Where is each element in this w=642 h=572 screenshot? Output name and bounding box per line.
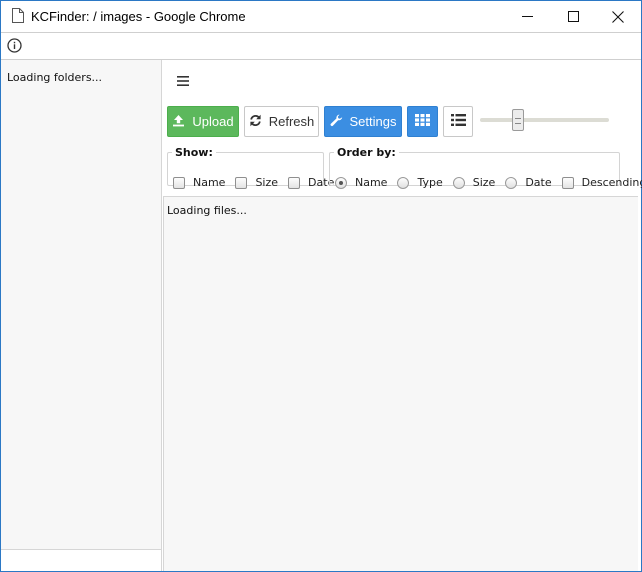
order-type-radio[interactable] xyxy=(397,176,410,189)
folders-loading-text: Loading folders... xyxy=(7,71,103,84)
thumbnail-size-slider-track[interactable] xyxy=(480,118,609,122)
minimize-icon xyxy=(521,11,533,22)
show-size-checkbox[interactable] xyxy=(235,176,248,189)
show-legend: Show: xyxy=(175,146,213,159)
show-name-checkbox[interactable] xyxy=(173,176,185,189)
order-by-options-row: Name Type Size Date Descending xyxy=(335,176,642,189)
list-view-button[interactable] xyxy=(443,106,473,137)
order-type-label[interactable]: Type xyxy=(417,176,442,189)
grid-view-icon xyxy=(415,114,430,129)
refresh-button[interactable]: Refresh xyxy=(244,106,319,137)
upload-label: Upload xyxy=(192,114,234,129)
folders-panel: Loading folders... xyxy=(1,60,162,549)
window-title: KCFinder: / images - Google Chrome xyxy=(31,9,246,24)
show-options-row: Name Size Date xyxy=(173,176,344,189)
close-icon xyxy=(612,10,624,23)
upload-icon xyxy=(172,114,185,130)
grid-view-button[interactable] xyxy=(407,106,438,137)
descending-label[interactable]: Descending xyxy=(582,176,642,189)
order-date-radio[interactable] xyxy=(505,176,518,189)
folders-status-bar xyxy=(1,549,162,571)
upload-button[interactable]: Upload xyxy=(167,106,239,137)
maximize-button[interactable] xyxy=(550,1,596,32)
refresh-label: Refresh xyxy=(268,114,315,129)
order-size-radio[interactable] xyxy=(452,176,465,189)
list-view-icon xyxy=(450,114,466,129)
order-name-label[interactable]: Name xyxy=(355,176,387,189)
maximize-icon xyxy=(567,11,579,22)
order-by-options: Order by: Name Type Size Date Descending xyxy=(329,146,642,189)
show-options: Show: Name Size Date xyxy=(167,146,334,189)
files-loading-text: Loading files... xyxy=(167,204,247,217)
settings-button[interactable]: Settings xyxy=(324,106,402,137)
refresh-icon xyxy=(249,114,262,130)
order-by-legend: Order by: xyxy=(337,146,396,159)
info-icon[interactable] xyxy=(7,38,22,53)
info-bar xyxy=(1,32,641,60)
files-panel: Loading files... xyxy=(163,196,638,571)
descending-checkbox[interactable] xyxy=(561,176,574,189)
show-date-checkbox[interactable] xyxy=(288,176,301,189)
show-size-label[interactable]: Size xyxy=(255,176,278,189)
close-button[interactable] xyxy=(595,1,641,32)
order-size-label[interactable]: Size xyxy=(473,176,496,189)
document-icon xyxy=(12,8,24,23)
order-name-radio[interactable] xyxy=(335,176,347,189)
hamburger-menu-icon[interactable] xyxy=(176,75,190,87)
minimize-button[interactable] xyxy=(504,1,550,32)
browser-window: KCFinder: / images - Google Chrome Loadi… xyxy=(0,0,642,572)
title-bar: KCFinder: / images - Google Chrome xyxy=(1,1,641,32)
thumbnail-size-slider-handle[interactable] xyxy=(512,109,524,131)
wrench-icon xyxy=(330,114,343,130)
settings-label: Settings xyxy=(349,114,397,129)
order-date-label[interactable]: Date xyxy=(525,176,551,189)
show-name-label[interactable]: Name xyxy=(193,176,225,189)
